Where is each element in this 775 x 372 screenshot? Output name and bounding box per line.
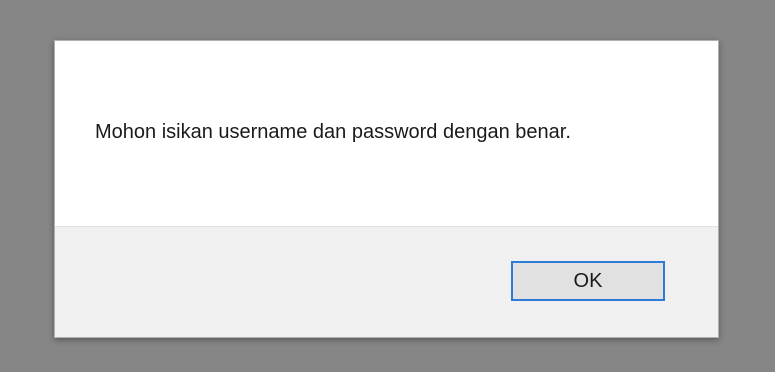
dialog-footer: OK (55, 226, 718, 337)
dialog-message: Mohon isikan username dan password denga… (95, 121, 571, 143)
alert-dialog: Mohon isikan username dan password denga… (54, 40, 719, 338)
ok-button[interactable]: OK (511, 261, 665, 301)
dialog-body: Mohon isikan username dan password denga… (55, 41, 718, 226)
